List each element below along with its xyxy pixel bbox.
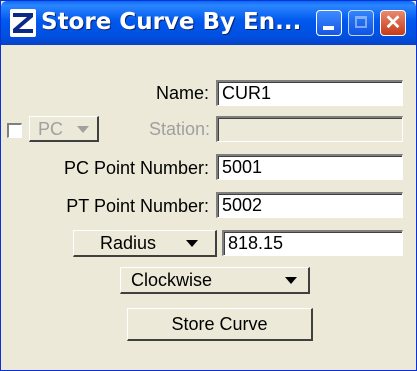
chevron-down-icon (186, 240, 198, 247)
store-curve-dialog: Store Curve By En... ✕ Name: CUR1 PC Sta… (0, 0, 417, 371)
pt-point-label: PT Point Number: (66, 196, 209, 216)
name-label: Name: (155, 83, 209, 103)
chevron-down-icon (77, 126, 89, 133)
pc-point-label: PC Point Number: (63, 158, 209, 178)
pt-point-input[interactable]: 5002 (216, 192, 403, 218)
close-icon: ✕ (384, 12, 402, 34)
minimize-button[interactable] (316, 10, 342, 36)
direction-value: Clockwise (131, 270, 213, 290)
chevron-down-icon (285, 277, 297, 284)
curve-parameter-dropdown[interactable]: Radius (73, 230, 217, 257)
maximize-button (348, 10, 374, 36)
store-curve-label: Store Curve (171, 314, 268, 334)
name-input[interactable]: CUR1 (216, 80, 403, 106)
store-curve-button[interactable]: Store Curve (127, 308, 313, 341)
curve-parameter-value: Radius (100, 233, 157, 253)
app-icon (10, 9, 36, 37)
window-title: Store Curve By En... (41, 9, 302, 35)
maximize-icon (355, 16, 367, 28)
station-type-value: PC (38, 119, 64, 139)
radius-input[interactable]: 818.15 (222, 230, 403, 256)
station-input (216, 116, 403, 142)
station-label: Station: (148, 119, 210, 139)
title-bar[interactable]: Store Curve By En... ✕ (1, 1, 416, 45)
close-button[interactable]: ✕ (380, 10, 406, 36)
pc-point-input[interactable]: 5001 (216, 154, 403, 180)
direction-dropdown[interactable]: Clockwise (120, 267, 310, 294)
station-type-dropdown: PC (29, 116, 99, 142)
station-checkbox[interactable] (7, 123, 22, 138)
minimize-icon (323, 26, 334, 30)
